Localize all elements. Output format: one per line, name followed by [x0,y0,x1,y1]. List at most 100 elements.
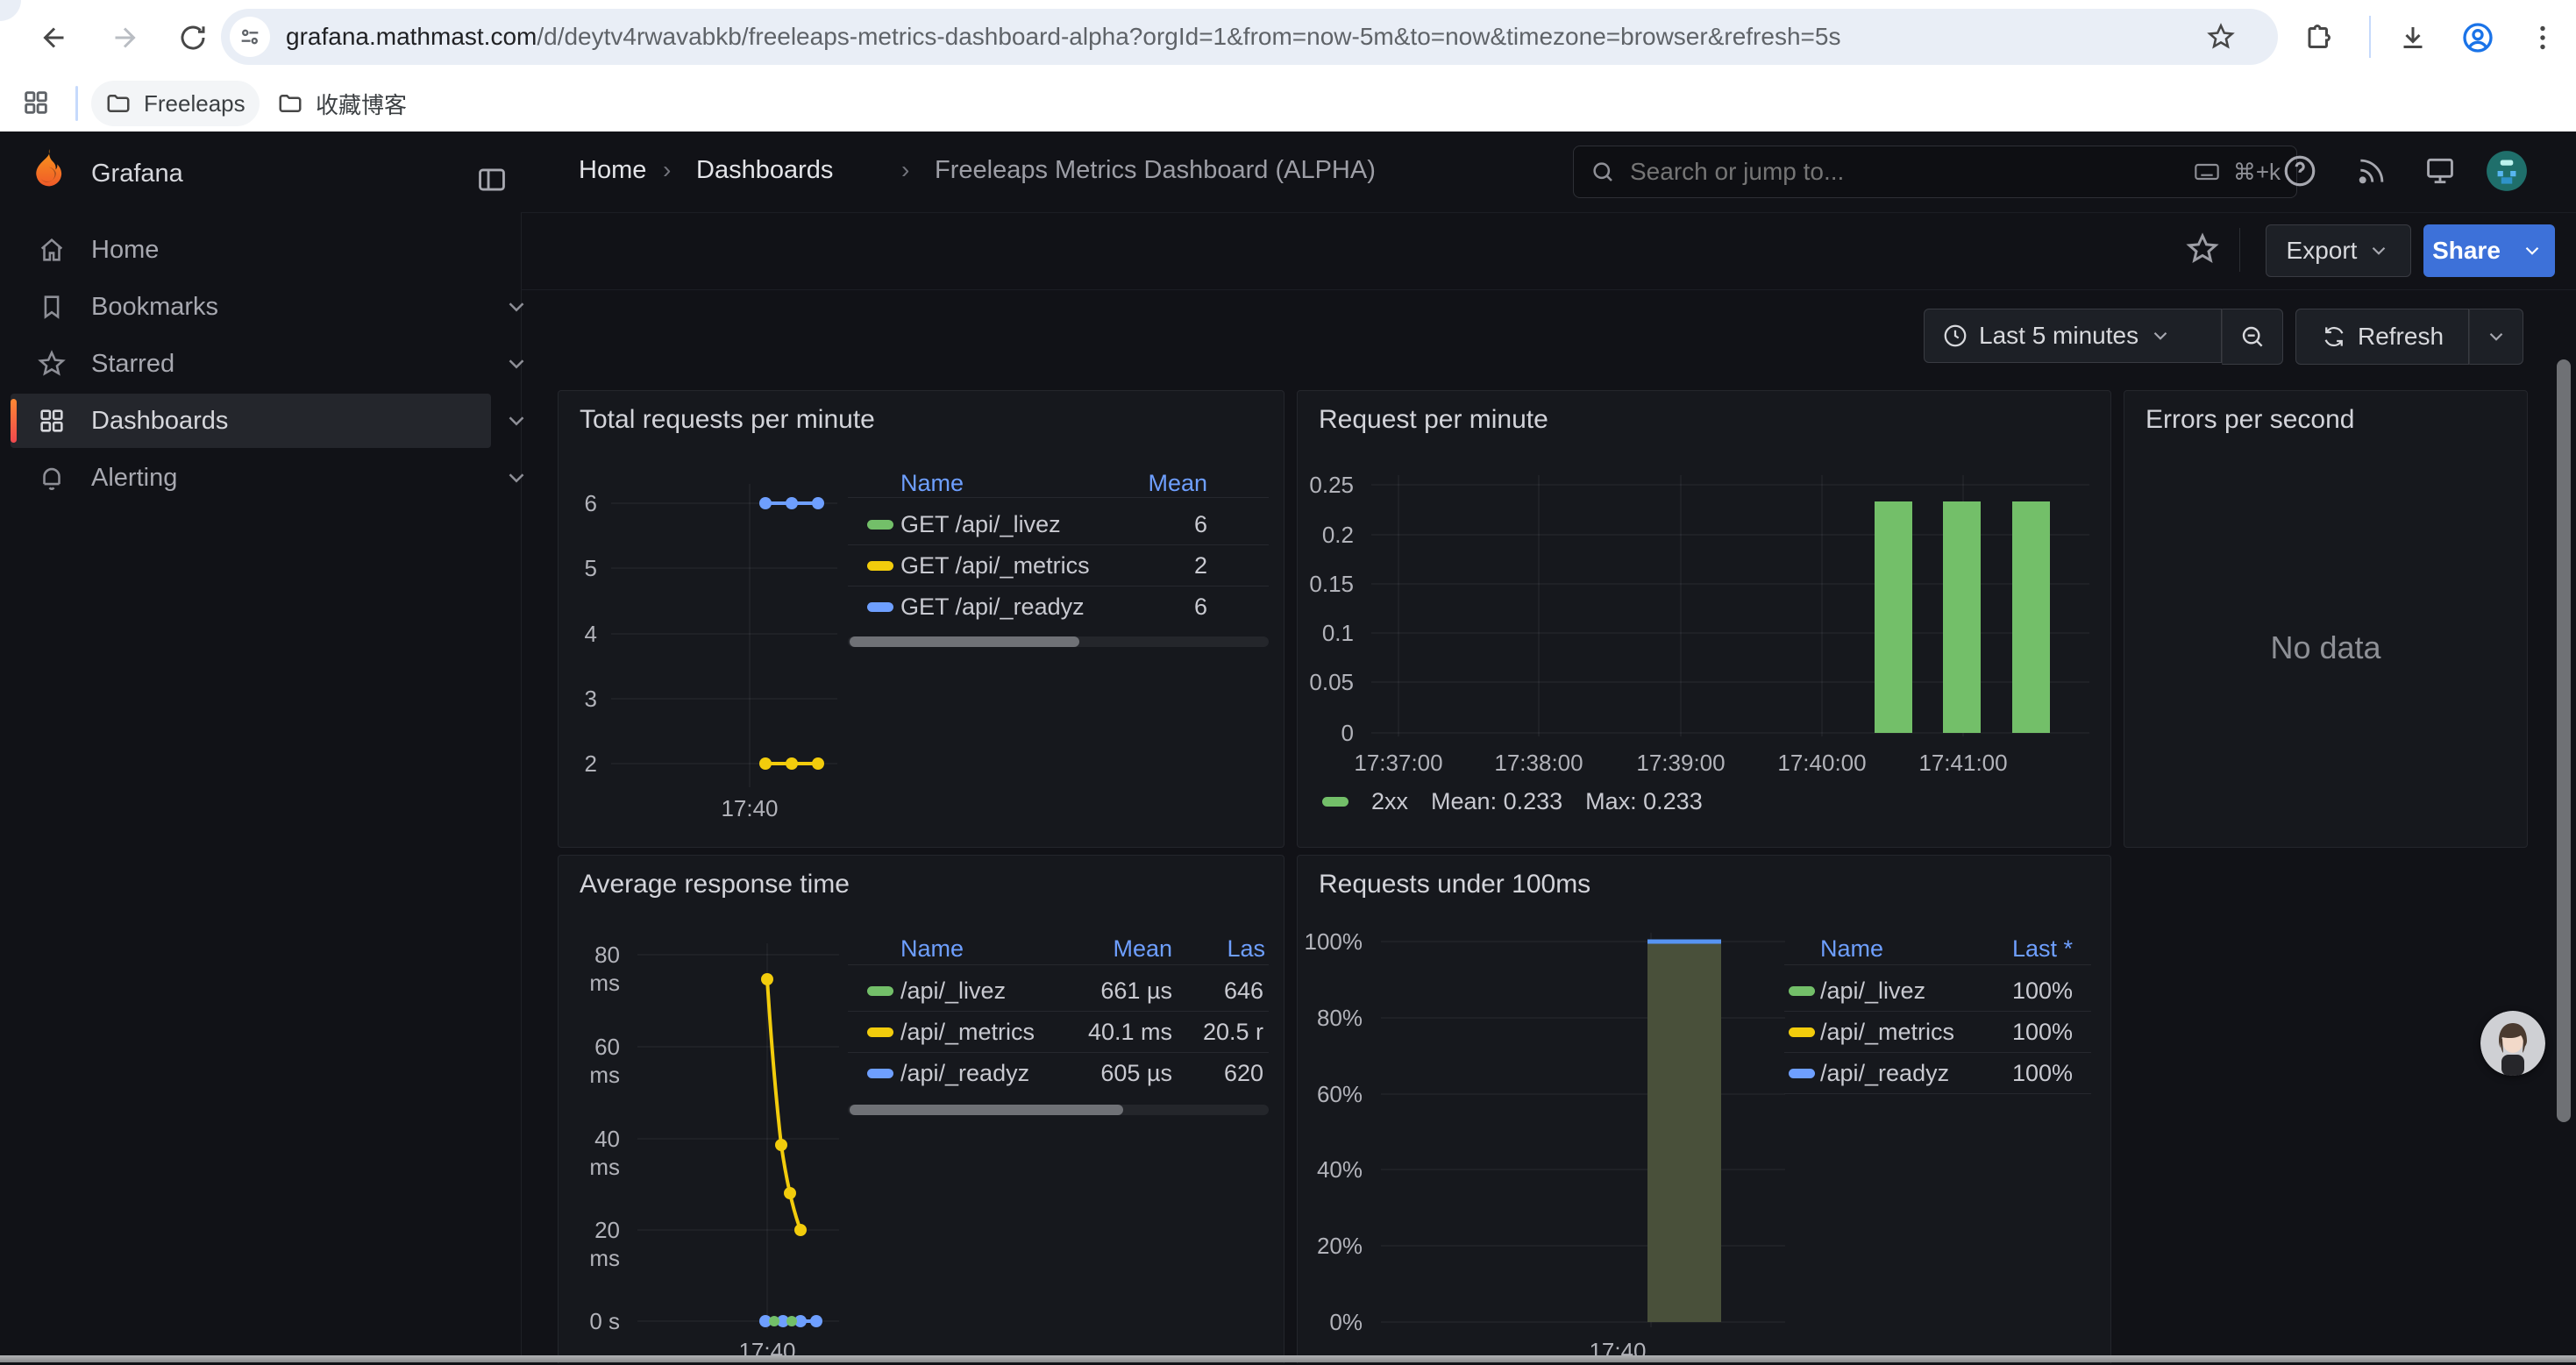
share-label: Share [2432,237,2501,265]
series-name[interactable]: /api/_metrics [1820,1018,1954,1046]
panel-errors-per-second[interactable]: Errors per second No data [2124,390,2528,848]
window-bottom-edge [0,1355,2576,1362]
page-scrollbar[interactable] [2557,359,2571,1122]
export-button[interactable]: Export [2266,224,2411,277]
breadcrumb-current: Freeleaps Metrics Dashboard (ALPHA) [935,156,1376,185]
series-mean: Mean: 0.233 [1431,787,1562,815]
series-name[interactable]: GET /api/_livez [900,510,1061,538]
y-tick: 40 ms [559,1125,620,1181]
series-last: 100% [1946,977,2073,1005]
extensions-icon[interactable] [2304,22,2336,53]
grafana-logo[interactable] [25,147,70,196]
y-tick: 0 [1298,719,1354,747]
export-label: Export [2287,237,2358,265]
series-name[interactable]: GET /api/_metrics [900,551,1090,579]
panel-request-per-minute[interactable]: Request per minute 0.25 0.2 0.15 0.1 0.0… [1297,390,2111,848]
bookmark-folder-freeleaps[interactable]: Freeleaps [91,81,260,126]
series-swatch [1322,797,1348,807]
browser-menu-icon[interactable] [2527,22,2558,53]
bar-chart [1298,391,2110,847]
dashboards-icon [37,406,67,436]
breadcrumb-separator: › [901,156,909,184]
chevron-down-icon[interactable] [503,351,530,377]
panel-total-requests[interactable]: Total requests per minute 6 5 4 3 2 17:4… [558,390,1284,848]
sidebar-toggle-icon[interactable] [475,163,509,196]
forward-icon[interactable] [109,22,140,53]
download-icon[interactable] [2397,22,2429,53]
y-tick: 20% [1298,1232,1363,1260]
user-avatar[interactable] [2485,149,2529,193]
series-name[interactable]: GET /api/_readyz [900,593,1085,621]
legend-col-name[interactable]: Name [900,935,964,963]
panel-avg-response-time[interactable]: Average response time 80 ms 60 ms 40 ms … [558,855,1284,1363]
series-swatch [867,1027,893,1037]
legend-separator [1784,1093,2091,1094]
chevron-down-icon [2485,325,2508,348]
refresh-interval-dropdown[interactable] [2469,309,2523,365]
chevron-down-icon[interactable] [503,465,530,491]
x-tick: 17:39:00 [1611,749,1751,777]
search-box[interactable]: ⌘+k [1573,146,2297,198]
toolbar-divider [2369,16,2371,58]
series-mean: 6 [1085,510,1207,538]
series-swatch [867,1069,893,1078]
reload-icon[interactable] [177,22,209,53]
sidebar-item-alerting[interactable]: Alerting [11,451,491,505]
legend-col-last[interactable]: Las [1178,935,1265,963]
chevron-down-icon[interactable] [503,294,530,320]
legend-scrollbar[interactable] [848,636,1269,647]
help-icon[interactable] [2281,153,2318,189]
floating-assistant-avatar[interactable] [2480,1011,2545,1076]
y-tick: 80% [1298,1004,1363,1032]
share-button[interactable]: Share [2423,224,2509,277]
y-tick: 0.1 [1298,619,1354,647]
sidebar-item-home[interactable]: Home [11,223,491,277]
legend-row[interactable]: 2xx Mean: 0.233 Max: 0.233 [1322,787,1703,815]
legend-col-mean[interactable]: Mean [1032,935,1172,963]
legend-separator [848,544,1269,545]
panel-requests-under-100ms[interactable]: Requests under 100ms 100% 80% 60% 40% 20… [1297,855,2111,1363]
chevron-down-icon[interactable] [503,408,530,434]
favorite-star-icon[interactable] [2185,231,2220,267]
sidebar-item-starred[interactable]: Starred [11,337,491,391]
url-bar[interactable]: grafana.mathmast.com/d/deytv4rwavabkb/fr… [221,9,2278,65]
legend-scrollbar[interactable] [848,1105,1269,1115]
sidebar-item-label: Bookmarks [91,293,218,322]
sidebar-item-dashboards[interactable]: Dashboards [11,394,491,448]
zoom-out-button[interactable] [2222,309,2283,365]
back-icon[interactable] [39,22,70,53]
legend-col-mean[interactable]: Mean [1085,469,1207,497]
breadcrumb-dashboards[interactable]: Dashboards [696,156,833,185]
news-rss-icon[interactable] [2355,154,2388,188]
legend-col-last[interactable]: Last * [1946,935,2073,963]
breadcrumb-home[interactable]: Home [579,156,646,185]
refresh-button[interactable]: Refresh [2295,309,2469,365]
y-tick: 0.25 [1298,471,1354,499]
series-name[interactable]: /api/_readyz [900,1059,1029,1087]
bookmark-star-icon[interactable] [2206,22,2236,52]
sidebar-item-label: Alerting [91,464,177,493]
bookmark-folder-blogs[interactable]: 收藏博客 [263,81,421,126]
folder-icon [277,90,303,117]
series-name[interactable]: /api/_readyz [1820,1059,1949,1087]
time-range-picker[interactable]: Last 5 minutes [1924,309,2222,363]
apps-grid-icon[interactable] [21,88,51,117]
legend-col-name[interactable]: Name [900,469,964,497]
profile-icon[interactable] [2460,20,2495,55]
time-range-label: Last 5 minutes [1979,322,2138,350]
series-name[interactable]: 2xx [1371,787,1408,815]
bookmark-label: Freeleaps [144,90,246,117]
site-settings-icon[interactable] [230,17,270,57]
share-dropdown-button[interactable] [2509,224,2555,277]
home-icon [37,235,67,265]
series-last: 20.5 r [1172,1018,1263,1046]
series-name[interactable]: /api/_livez [900,977,1006,1005]
kiosk-monitor-icon[interactable] [2423,154,2457,188]
legend-col-name[interactable]: Name [1820,935,1883,963]
chevron-down-icon [2521,239,2544,262]
folder-icon [105,90,132,117]
sidebar-item-label: Dashboards [91,407,228,436]
series-name[interactable]: /api/_livez [1820,977,1925,1005]
search-input[interactable] [1628,157,2181,187]
sidebar-item-bookmarks[interactable]: Bookmarks [11,280,491,334]
